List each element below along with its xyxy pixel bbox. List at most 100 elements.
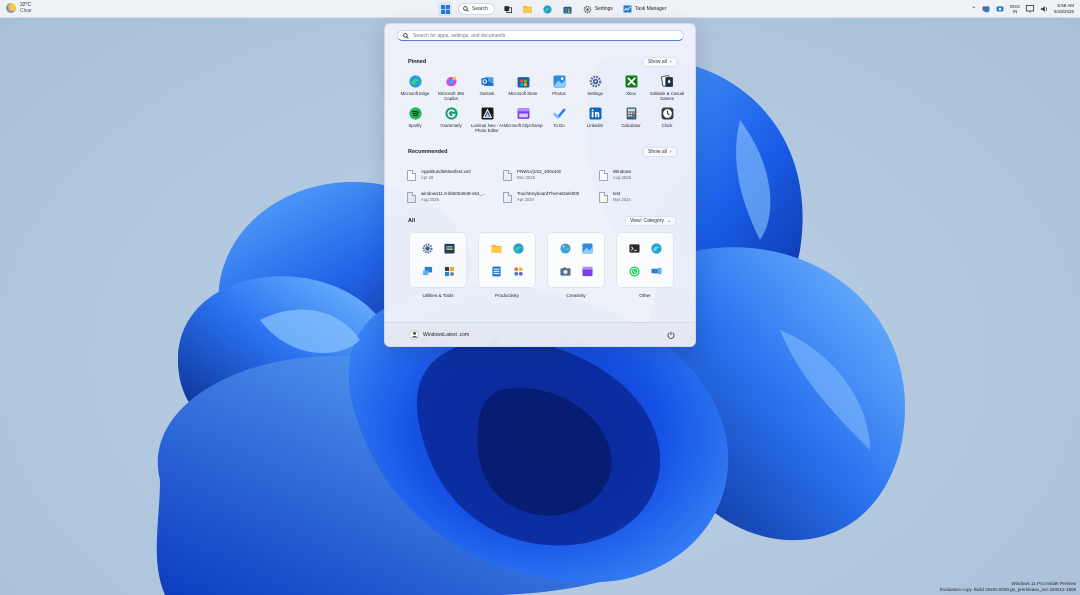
network-icon[interactable] xyxy=(996,5,1004,13)
image-file-icon xyxy=(503,169,512,181)
taskbar-search[interactable]: Search xyxy=(458,3,495,15)
pinned-app-calculator[interactable]: Calculator xyxy=(613,106,649,138)
view-category-dropdown[interactable]: View: Category ⌄ xyxy=(625,216,677,226)
pinned-app-todo[interactable]: To Do xyxy=(541,106,577,138)
notepad-icon xyxy=(487,262,505,281)
pinned-app-solitaire[interactable]: Solitaire & Casual Games xyxy=(649,74,685,106)
pinned-app-spotify[interactable]: Spotify xyxy=(397,106,433,138)
file-icon xyxy=(407,169,416,181)
recommended-item[interactable]: windows11.0-kb5054848-x64_... Aug 2025 xyxy=(407,186,503,208)
user-name: WindowsLatest .com xyxy=(423,331,470,338)
build-watermark: Windows 11 Pro Insider Preview Evaluatio… xyxy=(940,581,1076,593)
start-search-input[interactable] xyxy=(413,32,673,39)
volume-icon[interactable] xyxy=(1040,5,1048,13)
language-indicator[interactable]: ENG IN xyxy=(1010,4,1020,14)
pinned-title: Pinned xyxy=(408,59,427,65)
store-icon xyxy=(440,239,458,258)
control-panel-icon xyxy=(440,262,458,281)
folder-icon xyxy=(523,5,533,13)
grammarly-icon xyxy=(444,107,458,120)
pinned-app-copilot[interactable]: Microsoft 365 Copilot xyxy=(433,74,469,106)
pinned-app-photos[interactable]: Photos xyxy=(541,74,577,106)
category-productivity[interactable]: Productivity xyxy=(478,232,536,308)
watermark-build: Evaluation copy. Build 26200.6000.ge_pre… xyxy=(939,587,1076,592)
weather-icon xyxy=(6,3,16,13)
edge-icon xyxy=(509,239,527,258)
installer-file-icon xyxy=(407,191,416,203)
clock-icon xyxy=(661,107,674,120)
task-manager-taskbar-button[interactable]: Task Manager xyxy=(621,5,668,13)
pinned-show-all-button[interactable]: Show all › xyxy=(643,57,677,67)
start-search-box[interactable] xyxy=(397,30,684,41)
taskbar-search-label: Search xyxy=(472,6,488,12)
solitaire-icon xyxy=(660,75,674,88)
category-utilities[interactable]: Utilities & Tools xyxy=(409,232,467,308)
photos-icon xyxy=(553,75,566,88)
image-file-icon xyxy=(503,191,512,203)
recommended-item[interactable]: test Mar 2024 xyxy=(599,186,679,208)
settings-taskbar-label: Settings xyxy=(594,6,613,12)
recommended-show-all-button[interactable]: Show all › xyxy=(643,147,677,157)
text-file-icon xyxy=(599,191,608,203)
pinned-app-outlook[interactable]: Outlook xyxy=(469,74,505,106)
edge-beta-icon xyxy=(647,239,665,258)
recommended-item[interactable]: TouchKeyboardThemeDark000 Apr 2024 xyxy=(503,186,599,208)
phone-link-icon xyxy=(647,262,665,281)
all-apps-title: All xyxy=(408,218,416,224)
pinned-show-all-label: Show all xyxy=(648,59,667,65)
pinned-app-grammarly[interactable]: Grammarly xyxy=(433,106,469,138)
taskbar: 32°C Clear Search Settings Task Manager … xyxy=(0,0,1080,18)
recommended-title: Recommended xyxy=(408,149,448,155)
store-icon xyxy=(563,6,572,14)
pinned-app-linkedin[interactable]: LinkedIn xyxy=(577,106,613,138)
power-icon[interactable] xyxy=(667,331,675,339)
recommended-item[interactable]: Windows Aug 2025 xyxy=(599,164,679,186)
pinned-app-clock[interactable]: Clock xyxy=(649,106,685,138)
pinned-app-store[interactable]: Microsoft Store xyxy=(505,74,541,106)
file-explorer-button[interactable] xyxy=(521,2,535,16)
pinned-app-luminar[interactable]: Luminar Neo - AI Photo Editor xyxy=(469,106,505,138)
start-button[interactable] xyxy=(438,2,452,16)
task-manager-taskbar-label: Task Manager xyxy=(634,6,667,12)
edge-icon xyxy=(543,4,552,14)
weather-widget[interactable]: 32°C Clear xyxy=(6,2,32,14)
paint-icon xyxy=(556,239,574,258)
calculator-icon xyxy=(625,107,638,120)
settings-icon xyxy=(418,239,436,258)
category-creativity[interactable]: Creativity xyxy=(547,232,605,308)
pinned-app-xbox[interactable]: Xbox xyxy=(613,74,649,106)
recommended-item[interactable]: PNWLVj1S2_400x400 Dec 2025 xyxy=(503,164,599,186)
edge-button[interactable] xyxy=(541,2,555,16)
gear-icon xyxy=(583,5,592,13)
category-other[interactable]: Other xyxy=(616,232,674,308)
chat-icon[interactable] xyxy=(982,5,990,13)
outlook-icon xyxy=(481,75,494,88)
edge-icon xyxy=(408,75,422,88)
pinned-app-clipchamp[interactable]: Microsoft Clipchamp xyxy=(504,106,542,138)
display-icon[interactable] xyxy=(1025,5,1034,13)
remote-desktop-icon xyxy=(418,262,436,281)
pinned-app-settings[interactable]: Settings xyxy=(577,74,613,106)
store-button[interactable] xyxy=(561,2,575,16)
recommended-list: AppxBundleManifest.xml Apr 28 PNWLVj1S2_4… xyxy=(407,164,682,208)
chevron-right-icon: › xyxy=(669,149,672,155)
folder-icon xyxy=(487,239,505,258)
clock[interactable]: 5:58 AM 5/18/2026 xyxy=(1054,3,1074,15)
avatar xyxy=(409,329,419,340)
copilot-icon xyxy=(445,75,458,88)
task-view-button[interactable] xyxy=(501,2,515,16)
task-view-icon xyxy=(504,6,512,13)
recommended-show-all-label: Show all xyxy=(648,149,667,155)
start-menu: Pinned Show all › Microsoft Edge Microso… xyxy=(384,23,696,347)
settings-taskbar-button[interactable]: Settings xyxy=(581,5,615,14)
windows-logo-icon xyxy=(440,4,450,14)
pinned-app-edge[interactable]: Microsoft Edge xyxy=(397,74,433,106)
language-region: IN xyxy=(1012,9,1018,14)
user-account-button[interactable]: WindowsLatest .com xyxy=(409,329,470,340)
chevron-up-icon[interactable]: ⌃ xyxy=(971,6,976,13)
search-icon xyxy=(463,6,469,12)
chevron-down-icon: ⌄ xyxy=(666,218,672,224)
luminar-icon xyxy=(481,107,494,120)
recommended-item[interactable]: AppxBundleManifest.xml Apr 28 xyxy=(407,164,503,186)
whatsapp-icon xyxy=(625,262,643,281)
